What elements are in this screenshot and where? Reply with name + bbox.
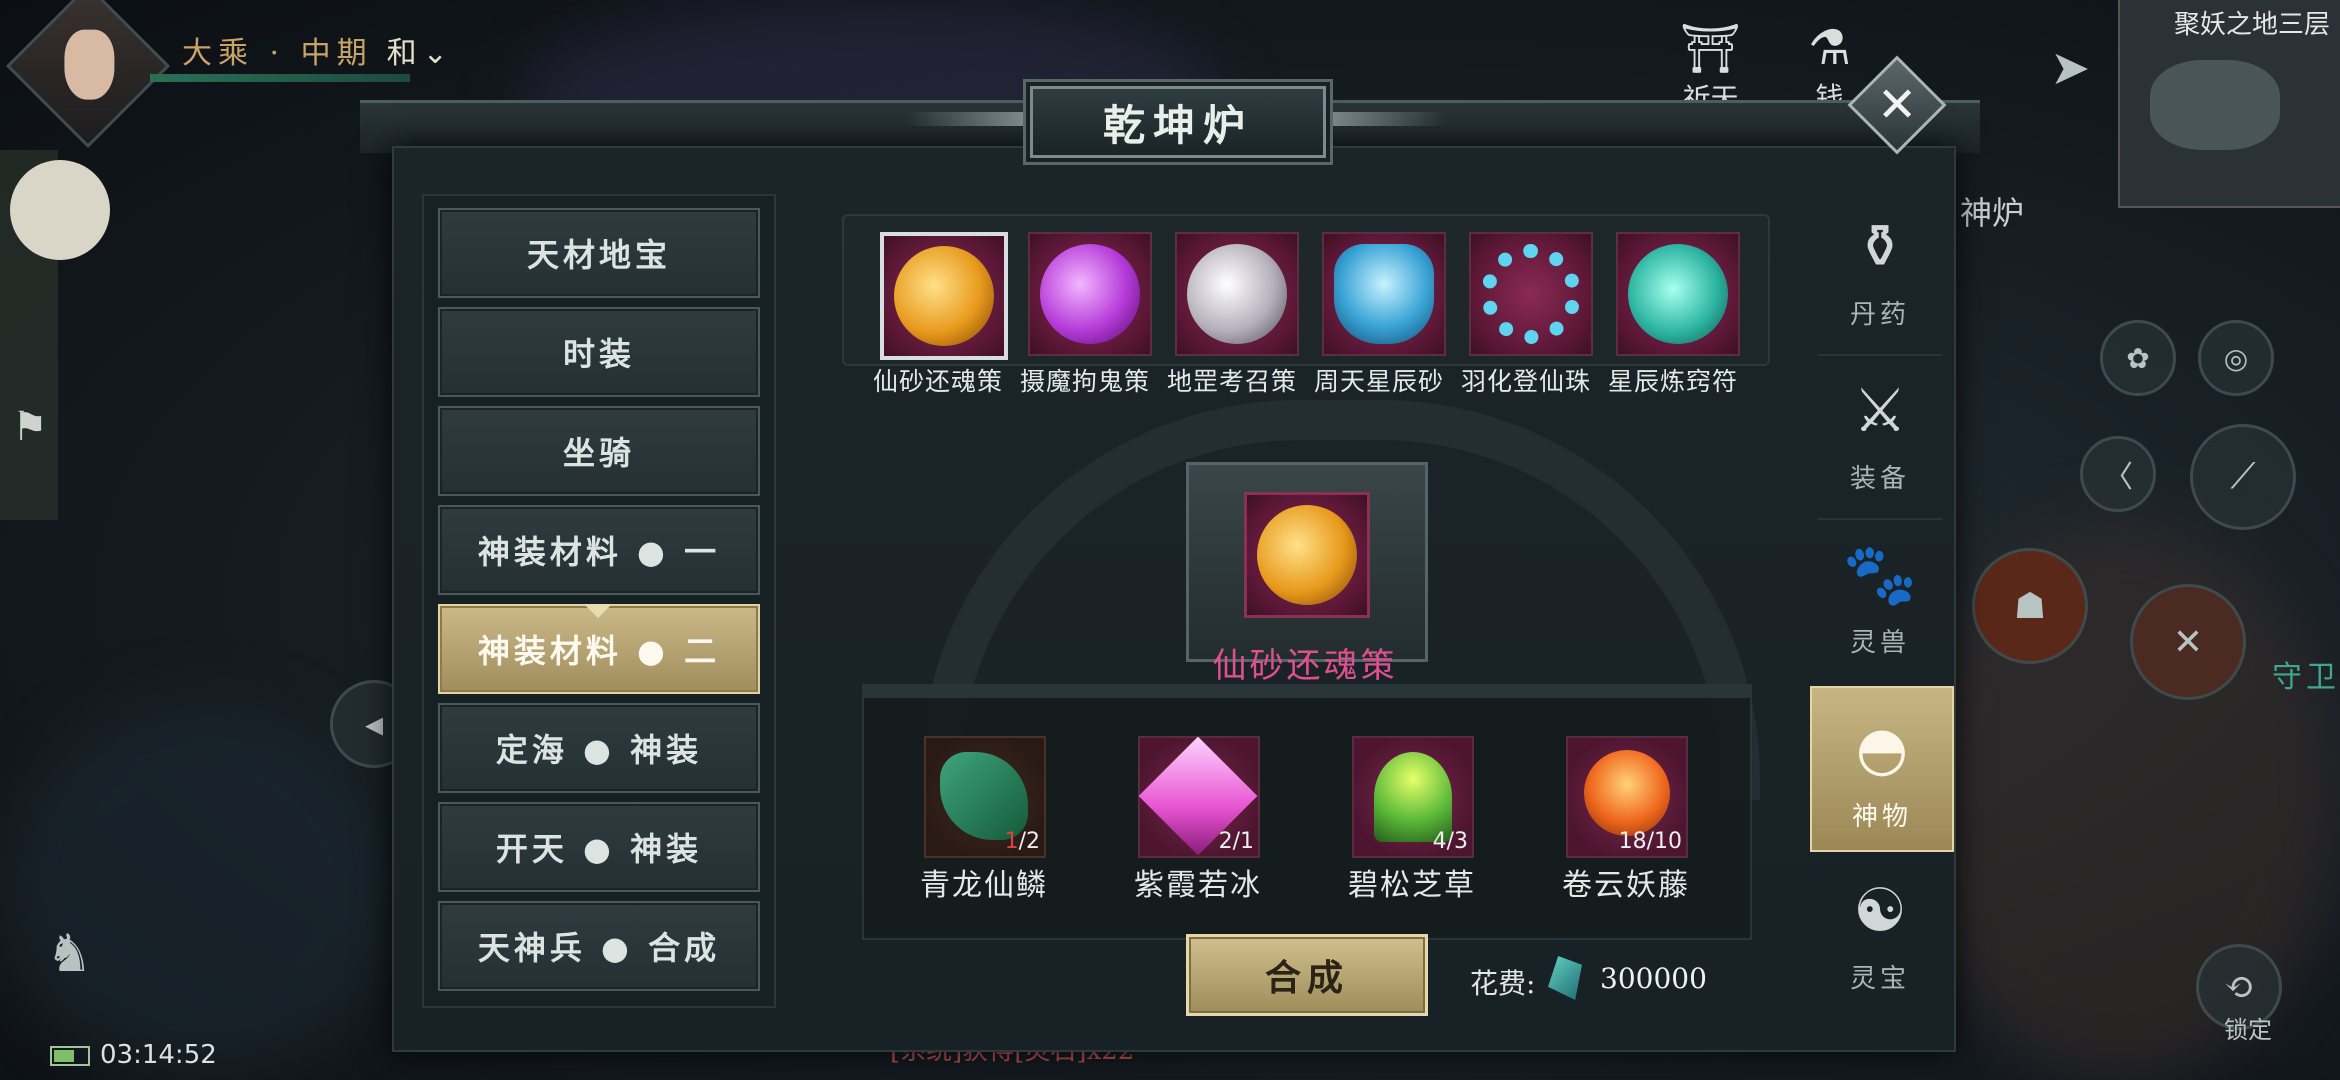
peace-mode[interactable]: 和: [387, 36, 423, 71]
item-slot-blue-censer[interactable]: [1322, 232, 1446, 356]
material-name: 卷云妖藤: [1562, 868, 1690, 903]
map-title: 聚妖之地三层: [2173, 10, 2330, 40]
purple-orb-icon: [1040, 244, 1140, 344]
category-button[interactable]: 天神兵 ● 合成: [438, 901, 760, 991]
tab-equipment[interactable]: ⚔ 装备: [1810, 356, 1950, 506]
tab-elixir[interactable]: ⚱ 丹药: [1810, 192, 1950, 342]
clock: 03:14:52: [100, 1040, 217, 1070]
paw-icon: 🐾: [1842, 539, 1918, 610]
mount-icon[interactable]: ♞: [46, 924, 93, 984]
attack-skill-icon[interactable]: ⟋: [2190, 424, 2296, 530]
skill-wheel-icon[interactable]: ◎: [2198, 320, 2274, 396]
material-name: 紫霞若冰: [1134, 868, 1262, 903]
gourd-icon: ☯: [1853, 875, 1907, 946]
fan-icon: ◓: [1855, 713, 1909, 784]
material-count: 1/2: [1004, 829, 1040, 854]
blue-censer-icon: [1334, 244, 1434, 344]
battery-icon: [50, 1046, 90, 1066]
skill-cross-icon[interactable]: ✕: [2130, 584, 2246, 700]
lock-label: 锁定: [2224, 1016, 2272, 1044]
tab-label: 灵兽: [1849, 627, 1910, 658]
back-arrow-icon[interactable]: 〈: [2080, 436, 2156, 512]
jade-talisman-icon: [1628, 244, 1728, 344]
gold-orb-icon: [894, 246, 994, 346]
silver-orb-icon: [1187, 244, 1287, 344]
expand-arrow-icon[interactable]: ➤: [2050, 40, 2090, 96]
tab-label: 丹药: [1849, 299, 1910, 330]
item-name: 羽化登仙珠: [1460, 367, 1591, 396]
tab-label: 装备: [1849, 463, 1910, 494]
material-name: 青龙仙鳞: [920, 868, 1048, 903]
category-button[interactable]: 坐骑: [438, 406, 760, 496]
exp-bar: [150, 74, 410, 82]
flag-icon[interactable]: ⚑: [12, 404, 48, 450]
item-selector: [842, 214, 1770, 366]
material-name: 碧松芝草: [1348, 868, 1476, 903]
tab-label: 神物: [1851, 801, 1912, 832]
category-button[interactable]: 神装材料 ● 一: [438, 505, 760, 595]
category-button[interactable]: 时装: [438, 307, 760, 397]
cost-value: 300000: [1600, 962, 1707, 995]
tab-divine-item[interactable]: ◓ 神物: [1810, 686, 1954, 852]
category-list: 天材地宝 时装 坐骑 神装材料 ● 一 神装材料 ● 二 定海 ● 神装 开天 …: [422, 194, 776, 1008]
item-name: 星辰炼窍符: [1607, 367, 1738, 396]
tab-label: 灵宝: [1849, 963, 1910, 994]
category-button[interactable]: 定海 ● 神装: [438, 703, 760, 793]
craft-button[interactable]: 合成: [1186, 934, 1428, 1016]
bead-bracelet-icon: [1481, 244, 1581, 344]
title-ornament-right: [1326, 112, 1446, 126]
item-name: 地罡考召策: [1166, 367, 1297, 396]
item-slot-purple-orb[interactable]: [1028, 232, 1152, 356]
target-item-slot[interactable]: [1244, 492, 1370, 618]
cost-label: 花费:: [1470, 967, 1536, 1000]
item-name: 周天星辰砂: [1313, 367, 1444, 396]
guard-label: 守卫: [2272, 660, 2340, 695]
dialog-title: 乾坤炉: [1030, 86, 1326, 158]
item-name: 仙砂还魂策: [872, 367, 1003, 396]
furnace-shortcut-label[interactable]: 神炉: [1960, 188, 2024, 234]
close-icon: ✕: [1876, 77, 1918, 133]
orange-lily-icon: [1584, 750, 1670, 836]
material-slot[interactable]: 4/3: [1352, 736, 1474, 858]
realm-label: 大乘 · 中期 和⌄: [182, 36, 454, 71]
bg-cloud: [0, 700, 400, 1080]
title-ornament-left: [906, 112, 1026, 126]
item-name: 摄魔拘鬼策: [1019, 367, 1150, 396]
player-avatar[interactable]: [5, 0, 171, 149]
target-item-name: 仙砂还魂策: [1212, 646, 1398, 686]
material-slot[interactable]: 1/2: [924, 736, 1046, 858]
material-count: 2/1: [1218, 829, 1254, 854]
mortar-icon: ⚱: [1854, 211, 1906, 282]
material-count: 18/10: [1618, 829, 1682, 854]
category-button[interactable]: 开天 ● 神装: [438, 802, 760, 892]
item-slot-jade-talisman[interactable]: [1616, 232, 1740, 356]
material-slot[interactable]: 2/1: [1138, 736, 1260, 858]
item-slot-silver-orb[interactable]: [1175, 232, 1299, 356]
skill-fire-icon[interactable]: ☗: [1972, 548, 2088, 664]
tab-spirit-treasure[interactable]: ☯ 灵宝: [1810, 856, 1950, 1006]
category-button[interactable]: 天材地宝: [438, 208, 760, 298]
category-button-active[interactable]: 神装材料 ● 二: [438, 604, 760, 694]
material-slot[interactable]: 18/10: [1566, 736, 1688, 858]
material-count: 4/3: [1432, 829, 1468, 854]
sword-icon: ⚔: [1853, 375, 1907, 446]
tab-spirit-beast[interactable]: 🐾 灵兽: [1810, 520, 1950, 670]
gold-orb-icon: [1257, 505, 1357, 605]
item-slot-bead-bracelet[interactable]: [1469, 232, 1593, 356]
green-scale-icon: [940, 752, 1028, 840]
bag-icon[interactable]: ✿: [2100, 320, 2176, 396]
item-slot-gold-orb[interactable]: [880, 232, 1008, 360]
mascot-icon[interactable]: [10, 160, 110, 260]
